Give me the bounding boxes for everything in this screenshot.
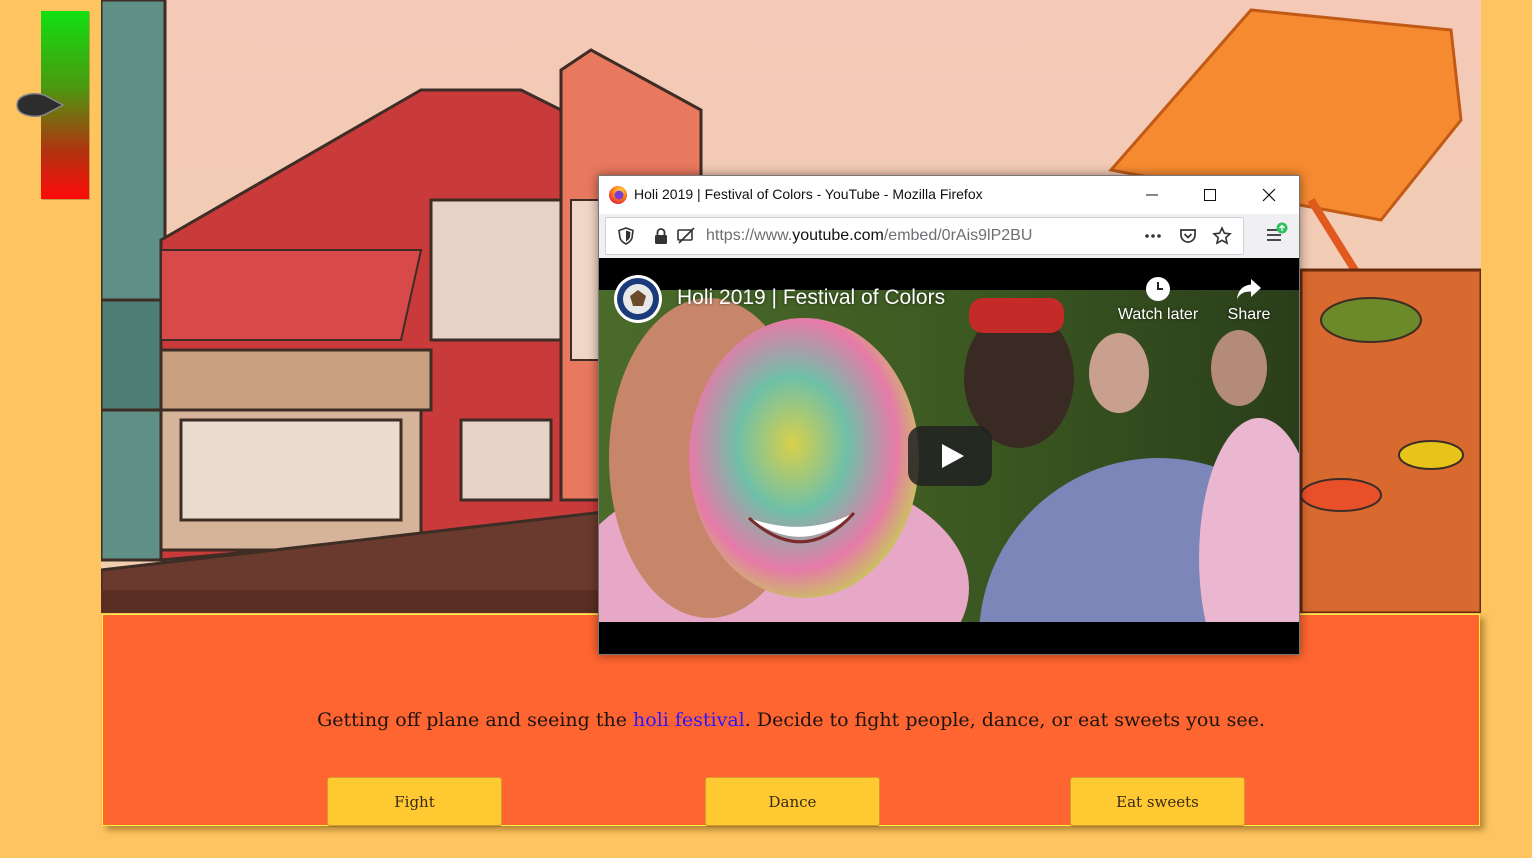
youtube-video-player[interactable]: Holi 2019 | Festival of Colors Watch lat… [599, 258, 1299, 654]
minimize-icon [1146, 194, 1158, 196]
watch-later-label: Watch later [1117, 306, 1199, 323]
url-bar[interactable]: https://www.youtube.com/embed/0rAis9lP2B… [605, 217, 1244, 255]
video-title[interactable]: Holi 2019 | Festival of Colors [677, 286, 945, 310]
shield-icon[interactable] [616, 226, 636, 246]
firefox-popup-window: Holi 2019 | Festival of Colors - YouTube… [598, 175, 1300, 655]
holi-festival-link[interactable]: holi festival [633, 709, 745, 731]
menu-icon[interactable] [1263, 222, 1289, 248]
maximize-icon [1204, 189, 1216, 201]
bookmark-star-icon[interactable] [1212, 226, 1232, 246]
close-icon [1262, 188, 1276, 202]
share-button[interactable]: Share [1219, 276, 1279, 324]
fight-button[interactable]: Fight [327, 777, 502, 826]
story-text-after: . Decide to fight people, dance, or eat … [744, 709, 1265, 731]
share-label: Share [1227, 306, 1271, 323]
firefox-logo-icon [609, 186, 627, 204]
permissions-icon[interactable] [676, 226, 696, 246]
pocket-icon[interactable] [1178, 226, 1198, 246]
story-text: Getting off plane and seeing the holi fe… [103, 709, 1479, 731]
window-titlebar[interactable]: Holi 2019 | Festival of Colors - YouTube… [599, 176, 1299, 214]
story-text-before: Getting off plane and seeing the [317, 709, 634, 731]
maximize-button[interactable] [1183, 176, 1237, 214]
close-button[interactable] [1242, 176, 1296, 214]
url-path: /embed/0rAis9lP2BU [883, 227, 1033, 244]
url-prefix: https://www. [706, 227, 793, 244]
play-icon[interactable] [908, 426, 992, 486]
channel-avatar-icon[interactable] [613, 274, 663, 324]
window-title: Holi 2019 | Festival of Colors - YouTube… [634, 186, 983, 202]
clock-icon [1146, 277, 1170, 301]
url-text[interactable]: https://www.youtube.com/embed/0rAis9lP2B… [706, 227, 1032, 245]
meter-pointer-icon [16, 93, 64, 117]
dance-button[interactable]: Dance [705, 777, 880, 826]
share-icon [1237, 279, 1261, 299]
minimize-button[interactable] [1125, 176, 1179, 214]
watch-later-button[interactable]: Watch later [1113, 276, 1203, 324]
url-domain: youtube.com [792, 227, 884, 244]
more-actions-icon[interactable] [1143, 226, 1163, 246]
lock-icon[interactable] [651, 226, 671, 246]
eat-sweets-button[interactable]: Eat sweets [1070, 777, 1245, 826]
